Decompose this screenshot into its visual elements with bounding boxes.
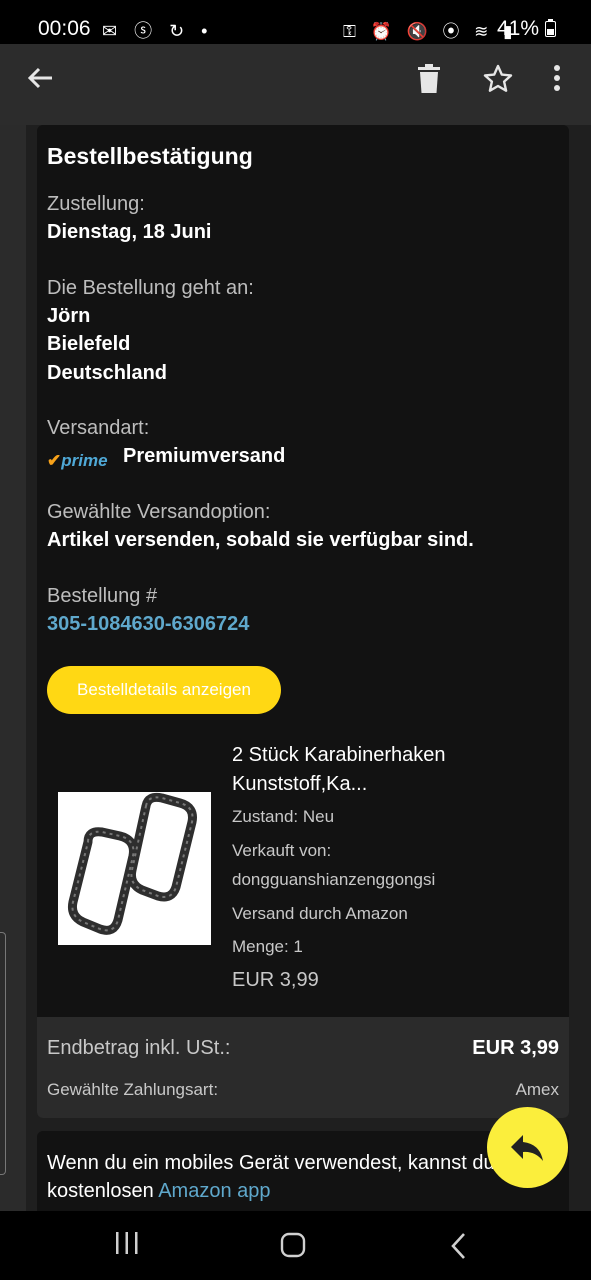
- order-number-link[interactable]: 305-1084630-6306724: [47, 613, 249, 636]
- home-icon[interactable]: [279, 1231, 307, 1266]
- delivery-date: Dienstag, 18 Juni: [47, 221, 212, 243]
- order-number-label: Bestellung #: [47, 585, 158, 607]
- nav-back-icon[interactable]: [448, 1231, 468, 1268]
- reply-icon: [511, 1135, 543, 1161]
- product-quantity: Menge: 1: [232, 937, 303, 956]
- seller-name: dongguanshianzenggongsi: [232, 870, 436, 889]
- amazon-app-link[interactable]: Amazon app: [158, 1180, 270, 1202]
- back-arrow-icon[interactable]: [26, 64, 54, 100]
- recipient-country: Deutschland: [47, 362, 168, 384]
- battery-level: 41%: [497, 17, 556, 41]
- system-status-icons: ⚿ ⏰ 🔇 ⦿ ≋ ▮: [343, 22, 518, 41]
- totals-section: Endbetrag inkl. USt.: EUR 3,99 Gewählte …: [37, 1017, 569, 1118]
- total-label: Endbetrag inkl. USt.:: [47, 1037, 231, 1059]
- shipping-method: Premiumversand: [123, 445, 286, 467]
- trash-icon[interactable]: [417, 64, 441, 99]
- order-details-button[interactable]: Bestelldetails anzeigen: [47, 666, 281, 714]
- reply-button[interactable]: [487, 1107, 568, 1188]
- edge-handle[interactable]: [0, 932, 6, 1175]
- payment-value: Amex: [515, 1080, 559, 1099]
- delivery-label: Zustellung:: [47, 193, 145, 215]
- product-image[interactable]: [58, 792, 211, 945]
- email-content: Bestellbestätigung Zustellung: Dienstag,…: [0, 125, 591, 1211]
- total-value: EUR 3,99: [472, 1037, 559, 1059]
- more-vertical-icon[interactable]: [553, 64, 561, 99]
- shipping-label: Versandart:: [47, 417, 150, 439]
- app-toolbar: [0, 44, 591, 125]
- star-icon[interactable]: [483, 64, 513, 102]
- shipping-option-value: Artikel versenden, sobald sie verfügbar …: [47, 529, 474, 551]
- fulfillment-info: Versand durch Amazon: [232, 904, 408, 923]
- notification-icons: ✉ ⓢ ↻ •: [102, 21, 214, 41]
- product-condition: Zustand: Neu: [232, 807, 335, 826]
- prime-logo: ✔prime: [47, 451, 108, 470]
- product-price: EUR 3,99: [232, 969, 319, 991]
- order-card: Bestellbestätigung Zustellung: Dienstag,…: [37, 125, 569, 1118]
- order-title: Bestellbestätigung: [47, 143, 253, 169]
- recipient-city: Bielefeld: [47, 333, 131, 355]
- shipping-option-label: Gewählte Versandoption:: [47, 501, 271, 523]
- system-nav-bar: [0, 1211, 591, 1280]
- recipient-label: Die Bestellung geht an:: [47, 277, 254, 299]
- product-title[interactable]: 2 Stück Karabinerhaken Kunststoff,Ka...: [232, 741, 552, 799]
- seller-label: Verkauft von:: [232, 841, 332, 860]
- recipient-name: Jörn: [47, 305, 91, 327]
- payment-label: Gewählte Zahlungsart:: [47, 1080, 219, 1099]
- recents-icon[interactable]: [113, 1231, 141, 1262]
- status-time: 00:06: [38, 17, 91, 40]
